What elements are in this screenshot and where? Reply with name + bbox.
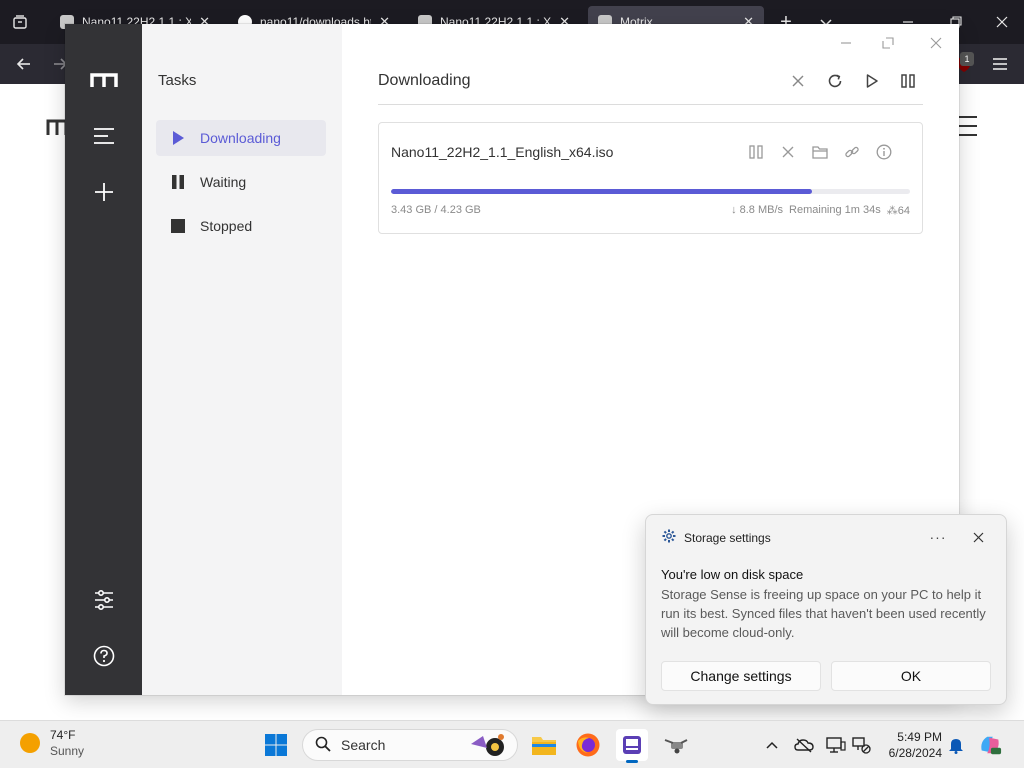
settings-gear-icon (662, 529, 676, 546)
delete-task-x-icon[interactable] (777, 141, 799, 163)
pause-task-icon[interactable] (745, 141, 767, 163)
taskbar-clock[interactable]: 5:49 PM 6/28/2024 (880, 729, 942, 761)
sidebar-item-stopped[interactable]: Stopped (156, 208, 326, 244)
clock-time: 5:49 PM (897, 730, 942, 744)
file-explorer-icon[interactable] (528, 729, 560, 761)
toast-app-name: Storage settings (684, 530, 771, 545)
task-info-icon[interactable] (873, 141, 895, 163)
onedrive-off-icon[interactable] (792, 733, 816, 757)
sidebar-item-downloading[interactable]: Downloading (156, 120, 326, 156)
show-hidden-icons-chevron-icon[interactable] (760, 733, 784, 757)
close-icon[interactable] (923, 30, 949, 56)
task-size-progress: 3.43 GB / 4.23 GB (391, 204, 481, 216)
firefox-icon[interactable] (572, 729, 604, 761)
sidebar-item-label: Waiting (200, 174, 247, 190)
windows-start-icon[interactable] (260, 729, 292, 761)
task-stats: ↓ 8.8 MB/s Remaining 1m 34s ⁂64 (731, 204, 910, 217)
menu-hamburger-icon[interactable] (980, 44, 1020, 84)
storage-notification-toast: Storage settings ··· You're low on disk … (645, 514, 1007, 705)
task-file-name: Nano11_22H2_1.1_English_x64.iso (391, 144, 614, 160)
motrix-nav-rail (65, 24, 142, 695)
task-item[interactable]: Nano11_22H2_1.1_English_x64.iso 3.43 GB … (378, 122, 923, 234)
pause-all-icon[interactable] (895, 68, 921, 94)
header-divider (378, 104, 923, 105)
download-progress-bar (391, 189, 910, 194)
task-list-menu-icon[interactable] (65, 114, 142, 158)
taskbar-search-box[interactable]: Search (302, 729, 518, 761)
maximize-icon[interactable] (875, 30, 901, 56)
network-volume-icon[interactable] (850, 733, 874, 757)
toast-header: Storage settings (662, 529, 771, 546)
ok-button[interactable]: OK (831, 661, 991, 691)
search-icon (315, 736, 331, 755)
preferences-sliders-icon[interactable] (65, 578, 142, 622)
windows-taskbar: 74°F Sunny Search 5:49 PM 6/28/2024 (0, 720, 1024, 768)
back-arrow-icon[interactable] (4, 44, 44, 84)
delete-tasks-x-icon[interactable] (785, 68, 811, 94)
toast-title: You're low on disk space (661, 567, 804, 582)
tab-overview-icon[interactable] (0, 0, 40, 44)
tasks-sidebar: Tasks Downloading Waiting Stopped (142, 24, 342, 695)
refresh-icon[interactable] (822, 68, 848, 94)
weather-condition: Sunny (50, 744, 85, 758)
motrix-logo-icon[interactable] (65, 58, 142, 102)
motrix-taskbar-icon[interactable] (616, 729, 648, 763)
copilot-icon[interactable] (978, 733, 1002, 757)
remaining-time: Remaining 1m 34s (789, 204, 881, 216)
close-window-icon[interactable] (982, 0, 1022, 44)
page-title: Downloading (378, 72, 471, 89)
sidebar-item-label: Downloading (200, 130, 281, 146)
copy-link-icon[interactable] (841, 141, 863, 163)
open-folder-icon[interactable] (809, 141, 831, 163)
sidebar-item-label: Stopped (200, 218, 253, 234)
resume-all-play-icon[interactable] (859, 68, 885, 94)
display-icon[interactable] (824, 733, 848, 757)
clock-date: 6/28/2024 (888, 746, 942, 760)
app-drone-icon[interactable] (660, 729, 692, 761)
play-triangle-icon (170, 130, 186, 146)
toast-more-options-icon[interactable]: ··· (926, 525, 950, 549)
pause-icon (170, 174, 186, 190)
notification-bell-icon[interactable] (944, 733, 968, 757)
search-highlight-icon (469, 732, 509, 761)
sidebar-title: Tasks (158, 72, 197, 89)
download-progress-fill (391, 189, 812, 194)
sidebar-item-waiting[interactable]: Waiting (156, 164, 326, 200)
search-placeholder: Search (341, 737, 386, 753)
extension-count-badge: 1 (960, 52, 974, 66)
stop-square-icon (170, 218, 186, 234)
toast-body: Storage Sense is freeing up space on you… (661, 587, 986, 640)
sunny-weather-icon (20, 733, 40, 753)
weather-widget[interactable]: 74°F Sunny (20, 727, 84, 759)
help-question-icon[interactable] (65, 634, 142, 678)
minimize-icon[interactable] (833, 30, 859, 56)
add-task-plus-icon[interactable] (65, 170, 142, 214)
change-settings-button[interactable]: Change settings (661, 661, 821, 691)
download-speed: ↓ 8.8 MB/s (731, 204, 784, 216)
toast-close-icon[interactable] (966, 525, 990, 549)
weather-temperature: 74°F (50, 728, 76, 742)
connection-count: ⁂64 (886, 205, 910, 217)
